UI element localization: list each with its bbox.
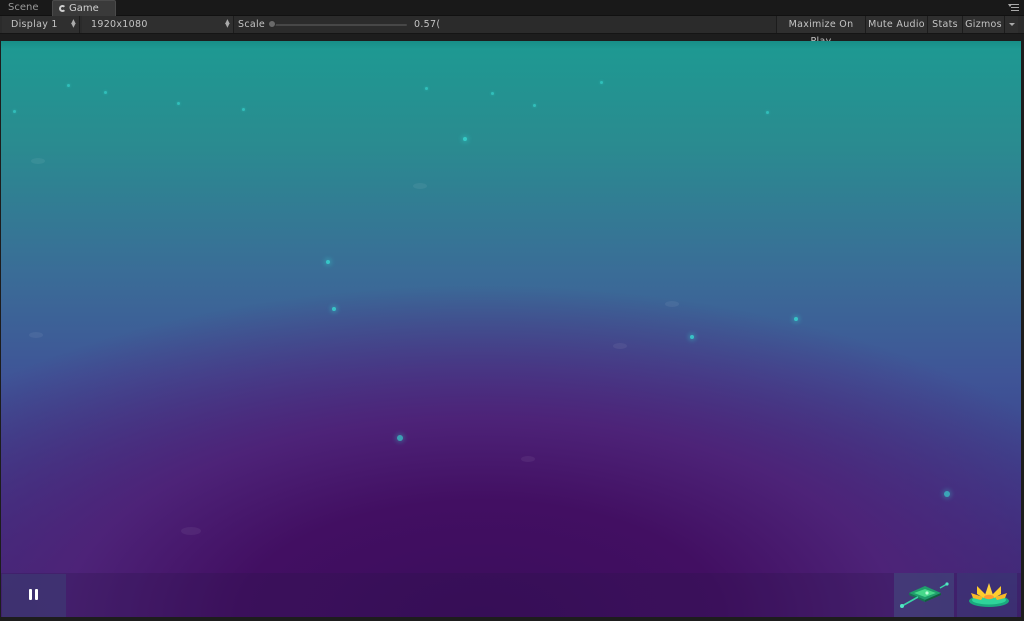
scale-label: Scale: [238, 19, 266, 30]
display-value: Display 1: [11, 19, 58, 30]
resolution-value: 1920x1080: [91, 19, 148, 30]
hud-bar: [1, 573, 1021, 617]
particle: [533, 104, 536, 107]
tab-scene[interactable]: Scene: [2, 0, 54, 15]
particle: [67, 84, 70, 87]
particle: [491, 92, 494, 95]
tab-bar: Scene Game: [0, 0, 1024, 16]
particle: [766, 111, 769, 114]
scale-slider-thumb[interactable]: [268, 20, 276, 28]
lotus-tool-button[interactable]: [957, 573, 1017, 617]
game-toolbar: Display 1 ▲ ▼ 1920x1080 ▲ ▼ Scale 0.57( Ma…: [0, 16, 1024, 47]
particle: [332, 307, 336, 311]
mute-audio-toggle[interactable]: Mute Audio: [865, 16, 927, 33]
lotus-icon: [969, 583, 1009, 607]
pause-icon: [29, 589, 41, 601]
particle: [600, 81, 603, 84]
pacman-icon: [59, 5, 66, 12]
gizmos-toggle[interactable]: Gizmos: [962, 16, 1004, 33]
dropdown-arrows-icon: ▲ ▼: [71, 18, 76, 29]
tab-scene-label: Scene: [8, 2, 39, 13]
particle: [690, 335, 694, 339]
particle: [794, 317, 798, 321]
tile-tool-icon: [900, 582, 949, 608]
scale-value: 0.57(: [414, 19, 441, 30]
particle: [13, 110, 16, 113]
stats-toggle[interactable]: Stats: [927, 16, 962, 33]
dropdown-arrows-icon: ▲ ▼: [225, 18, 230, 29]
panel-menu-icon[interactable]: [1008, 2, 1020, 12]
particle: [242, 108, 245, 111]
maximize-on-play-toggle[interactable]: Maximize On Play: [776, 16, 865, 47]
particle: [104, 91, 107, 94]
particle: [177, 102, 180, 105]
game-viewport[interactable]: [1, 41, 1021, 617]
particle: [397, 435, 403, 441]
display-dropdown[interactable]: Display 1 ▲ ▼: [2, 16, 80, 33]
scale-slider-track[interactable]: [271, 24, 407, 26]
resolution-dropdown[interactable]: 1920x1080 ▲ ▼: [82, 16, 234, 33]
pause-button[interactable]: [2, 574, 66, 617]
unity-editor: Scene Game Display 1 ▲ ▼ 1920x1080 ▲ ▼ Sca…: [0, 0, 1024, 621]
particle: [326, 260, 330, 264]
gizmos-dropdown[interactable]: [1004, 16, 1018, 33]
particle: [463, 137, 467, 141]
chevron-down-icon: [1009, 23, 1015, 26]
particle: [944, 491, 950, 497]
tab-game[interactable]: Game: [52, 0, 116, 16]
tab-game-label: Game: [69, 3, 99, 14]
particle: [425, 87, 428, 90]
tile-tool-button[interactable]: [894, 573, 954, 617]
